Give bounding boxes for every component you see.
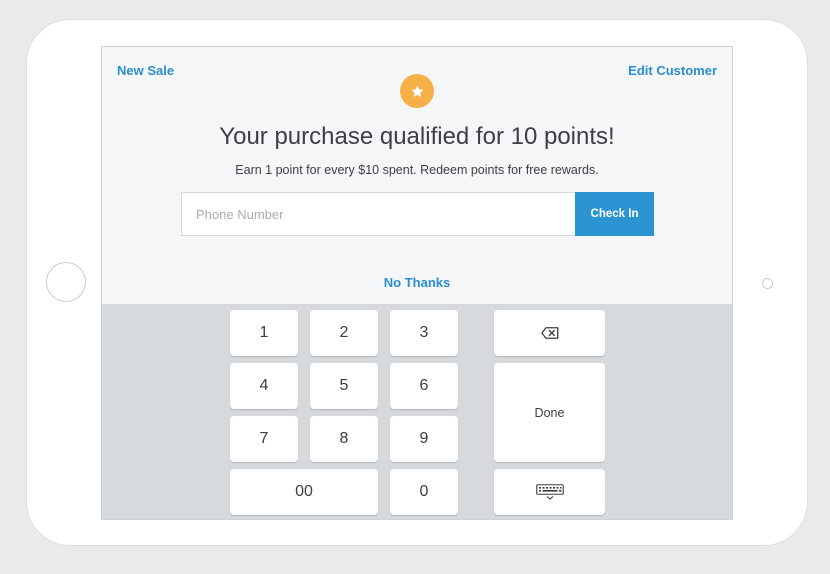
phone-number-input[interactable] — [181, 192, 575, 236]
reward-badge — [400, 74, 434, 108]
edit-customer-link[interactable]: Edit Customer — [628, 63, 717, 78]
key-2[interactable]: 2 — [310, 310, 378, 356]
new-sale-link[interactable]: New Sale — [117, 63, 174, 78]
star-icon — [411, 85, 423, 97]
done-button[interactable]: Done — [494, 363, 605, 462]
check-in-button[interactable]: Check In — [575, 192, 654, 236]
points-headline: Your purchase qualified for 10 points! — [219, 123, 615, 150]
key-0[interactable]: 0 — [390, 469, 458, 515]
key-7[interactable]: 7 — [230, 416, 298, 462]
key-9[interactable]: 9 — [390, 416, 458, 462]
home-button[interactable] — [46, 262, 86, 302]
key-00[interactable]: 00 — [230, 469, 378, 515]
key-8[interactable]: 8 — [310, 416, 378, 462]
key-5[interactable]: 5 — [310, 363, 378, 409]
key-4[interactable]: 4 — [230, 363, 298, 409]
camera-dot — [762, 278, 773, 289]
keyboard-toggle-button[interactable] — [494, 469, 605, 515]
key-3[interactable]: 3 — [390, 310, 458, 356]
keyboard-icon — [535, 484, 564, 500]
key-1[interactable]: 1 — [230, 310, 298, 356]
loyalty-screen: New Sale Edit Customer Your purchase qua… — [101, 46, 733, 520]
backspace-button[interactable] — [494, 310, 605, 356]
key-6[interactable]: 6 — [390, 363, 458, 409]
backspace-icon — [540, 327, 558, 339]
points-description: Earn 1 point for every $10 spent. Redeem… — [235, 163, 599, 177]
no-thanks-link[interactable]: No Thanks — [102, 275, 732, 290]
numeric-keypad: 1 2 3 4 5 6 7 8 9 00 0 Done — [102, 304, 732, 519]
